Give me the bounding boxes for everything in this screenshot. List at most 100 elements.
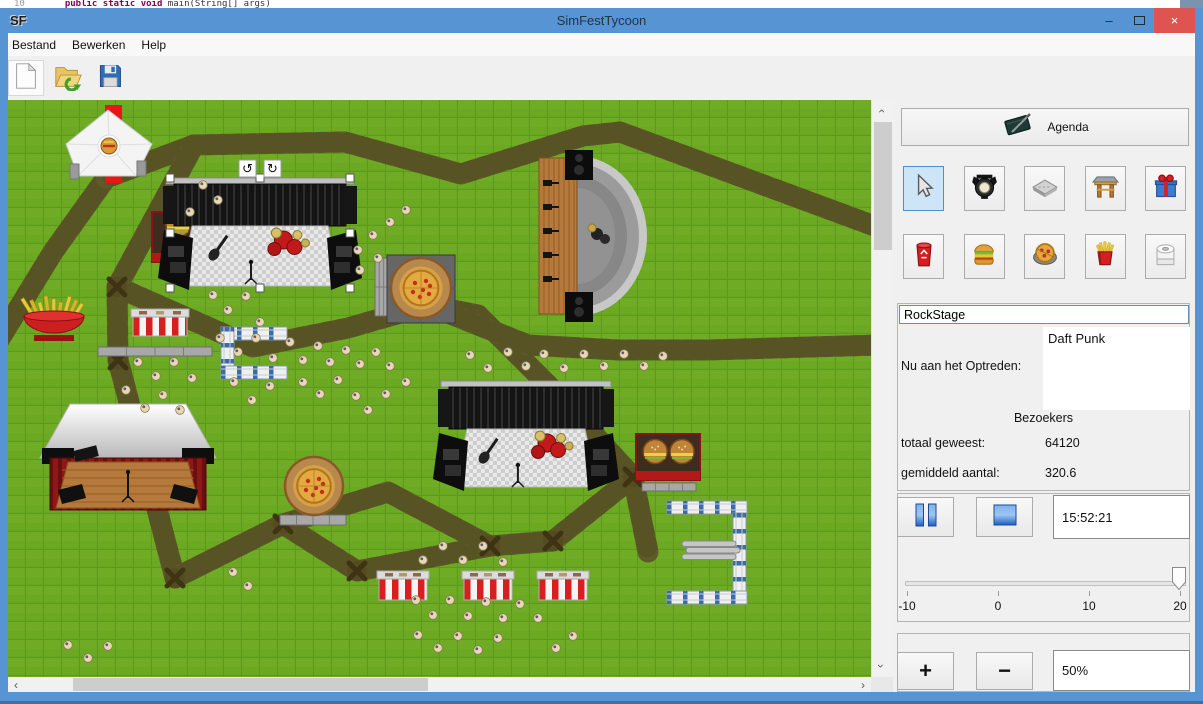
scroll-right-icon[interactable]: › <box>861 679 865 691</box>
save-button[interactable] <box>92 60 128 96</box>
map-bench-planks[interactable] <box>375 258 388 316</box>
map-bench-planks[interactable] <box>280 515 346 525</box>
toilet-paper-tool-button[interactable] <box>1145 234 1186 279</box>
map-pizza-table[interactable] <box>285 457 343 515</box>
gate-tool-button[interactable] <box>1085 166 1126 211</box>
total-visitors-label: totaal geweest: <box>901 436 985 450</box>
rotate-right-button[interactable]: ↻ <box>264 160 281 177</box>
festival-map[interactable]: ↺↻ <box>8 100 871 677</box>
open-folder-icon <box>52 61 84 96</box>
rotate-left-button[interactable]: ↺ <box>239 160 256 177</box>
now-playing-label: Nu aan het Optreden: <box>901 359 1021 373</box>
horizontal-scroll-thumb[interactable] <box>73 678 428 691</box>
agenda-book-icon <box>1001 112 1035 143</box>
svg-text:↻: ↻ <box>267 162 278 177</box>
map-pipe-stack[interactable] <box>682 541 740 560</box>
pizza-tool-button[interactable] <box>1024 234 1065 279</box>
burger-icon <box>970 241 998 272</box>
title-bar: SF SimFestTycoon – × <box>0 8 1203 33</box>
slider-tick <box>907 591 908 596</box>
menu-bar: BestandBewerkenHelp <box>0 33 1195 57</box>
tool-row-2 <box>903 234 1186 279</box>
ide-code-keywords: public static void <box>65 0 163 8</box>
map-pizza-table[interactable] <box>387 255 455 323</box>
map-bench-planks[interactable] <box>642 483 696 491</box>
agenda-button-label: Agenda <box>1047 120 1088 134</box>
menu-item-bestand[interactable]: Bestand <box>0 38 64 52</box>
stop-icon <box>991 503 1019 532</box>
pause-icon <box>909 502 943 533</box>
toolbar <box>0 56 1195 100</box>
zoom-level-field[interactable]: 50% <box>1053 650 1190 691</box>
window-border-right <box>1195 33 1203 692</box>
ide-code-rest: main(String[] args) <box>162 0 270 8</box>
scroll-up-icon[interactable]: › <box>875 109 887 113</box>
speed-slider-thumb[interactable] <box>1172 567 1186 590</box>
burger-tool-button[interactable] <box>964 234 1005 279</box>
average-visitors-value: 320.6 <box>1045 466 1076 480</box>
clock-display: 15:52:21 <box>1053 495 1190 539</box>
new-file-button[interactable] <box>8 60 44 96</box>
background-ide-fragment <box>1180 0 1203 8</box>
cursor-icon <box>911 173 937 204</box>
toilet-paper-icon <box>1152 241 1179 273</box>
now-playing-value: Daft Punk <box>1043 327 1190 410</box>
window-border-bottom <box>0 692 1203 704</box>
scroll-left-icon[interactable]: ‹ <box>14 679 18 691</box>
map-striped-stand[interactable] <box>131 309 189 336</box>
speed-slider-track[interactable] <box>905 581 1186 586</box>
tool-row-1 <box>903 166 1186 211</box>
selected-object-name-input[interactable]: RockStage <box>899 305 1189 324</box>
slider-tick-label: 20 <box>1160 599 1200 613</box>
agenda-button[interactable]: Agenda <box>901 108 1189 146</box>
map-viewport[interactable]: ↺↻ <box>8 100 871 677</box>
road-tool-button[interactable] <box>1024 166 1065 211</box>
maximize-button[interactable] <box>1124 8 1154 33</box>
gift-icon <box>1152 172 1180 205</box>
map-country-stage[interactable] <box>40 404 216 510</box>
window-title: SimFestTycoon <box>0 13 1203 28</box>
road-icon <box>1031 173 1059 204</box>
new-file-icon <box>11 61 41 96</box>
open-folder-button[interactable] <box>50 60 86 96</box>
minus-icon: − <box>998 660 1011 682</box>
background-ide-strip: 10public static void main(String[] args) <box>0 0 1203 8</box>
spotlight-icon <box>971 173 998 205</box>
slider-tick <box>1089 591 1090 596</box>
app-window: 10public static void main(String[] args)… <box>0 0 1203 704</box>
slider-tick-label: 0 <box>978 599 1018 613</box>
minimize-button[interactable]: – <box>1094 8 1124 33</box>
menu-item-help[interactable]: Help <box>133 38 174 52</box>
stop-button[interactable] <box>976 497 1033 537</box>
trash-tool-button[interactable] <box>903 234 944 279</box>
fries-icon <box>1092 240 1118 273</box>
scroll-down-icon[interactable]: › <box>875 664 887 668</box>
total-visitors-value: 64120 <box>1045 436 1080 450</box>
spotlight-tool-button[interactable] <box>964 166 1005 211</box>
map-striped-stand[interactable] <box>377 571 429 600</box>
zoom-in-button[interactable]: + <box>897 652 954 690</box>
cursor-tool-button[interactable] <box>903 166 944 211</box>
map-vertical-scrollbar[interactable]: › › <box>871 100 893 677</box>
menu-item-bewerken[interactable]: Bewerken <box>64 38 133 52</box>
pause-button[interactable] <box>897 497 954 537</box>
ide-line-number: 10 <box>0 0 65 8</box>
zoom-out-button[interactable]: − <box>976 652 1033 690</box>
slider-tick-label: 10 <box>1069 599 1109 613</box>
speed-slider[interactable]: -1001020 <box>905 560 1186 618</box>
fries-tool-button[interactable] <box>1085 234 1126 279</box>
gate-icon <box>1092 173 1119 205</box>
vertical-scroll-thumb[interactable] <box>874 122 892 250</box>
window-border-left <box>0 33 8 692</box>
close-button[interactable]: × <box>1154 8 1195 33</box>
map-burger-stand[interactable] <box>636 434 700 480</box>
slider-tick <box>1180 591 1181 596</box>
map-horizontal-scrollbar[interactable]: ‹ › <box>8 677 871 692</box>
gift-tool-button[interactable] <box>1145 166 1186 211</box>
maximize-icon <box>1134 16 1145 25</box>
map-bench-planks[interactable] <box>98 347 212 356</box>
save-icon <box>96 62 124 95</box>
slider-tick <box>998 591 999 596</box>
map-striped-stand[interactable] <box>537 571 589 600</box>
map-striped-stand[interactable] <box>462 571 514 600</box>
